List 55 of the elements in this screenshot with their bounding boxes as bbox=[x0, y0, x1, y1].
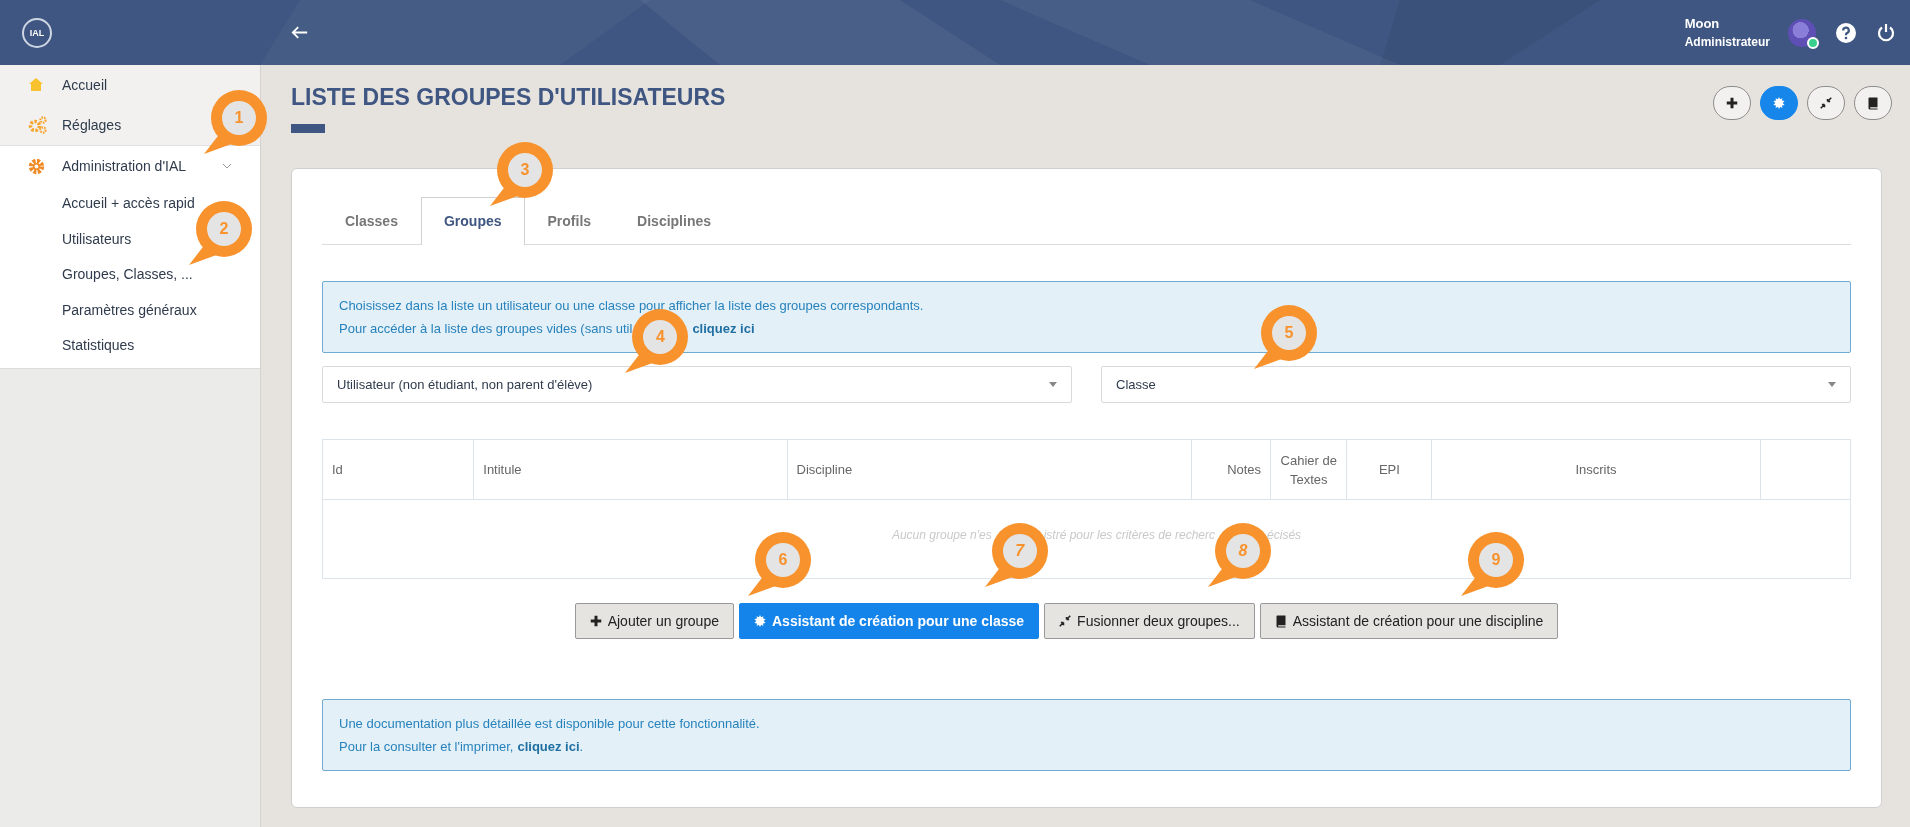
info-text: Pour la consulter et l'imprimer, bbox=[339, 738, 514, 756]
link[interactable]: cliquez ici bbox=[517, 735, 580, 758]
column-header[interactable]: Cahier de Textes bbox=[1270, 439, 1347, 500]
info-text: . bbox=[579, 738, 584, 756]
column-header[interactable]: Inscrits bbox=[1431, 439, 1761, 500]
action-button[interactable]: Fusionner deux groupes... bbox=[1044, 603, 1255, 639]
book-icon bbox=[1274, 614, 1287, 628]
sidebar-subitem[interactable]: Groupes, Classes, ... bbox=[0, 257, 199, 293]
action-button[interactable]: Assistant de création pour une discipline bbox=[1259, 603, 1559, 639]
sidebar-item[interactable]: Accueil bbox=[0, 65, 260, 105]
user-name: Moon bbox=[1684, 14, 1721, 33]
tab[interactable]: Classes bbox=[322, 197, 421, 245]
plus-icon bbox=[589, 615, 602, 627]
back-arrow-icon[interactable] bbox=[291, 25, 309, 40]
book-icon bbox=[1867, 96, 1879, 110]
plus-icon bbox=[1726, 97, 1738, 109]
dropdown-field[interactable]: Classe bbox=[1101, 366, 1851, 403]
compress-icon bbox=[1820, 97, 1832, 109]
info-text: Une documentation plus détaillée est disponible pour cette fonctionnalité. bbox=[339, 715, 761, 733]
tab[interactable]: Profils bbox=[524, 197, 615, 245]
column-header[interactable]: Id bbox=[322, 439, 474, 500]
sidebar-item[interactable]: Administration d'IAL bbox=[0, 146, 260, 186]
column-header[interactable]: EPI bbox=[1347, 439, 1432, 500]
column-header[interactable]: Intitule bbox=[473, 439, 787, 500]
info-text: Pour accéder à la liste des groupes vides (sans util bbox=[339, 320, 633, 338]
help-icon[interactable] bbox=[1836, 22, 1856, 43]
column-header[interactable]: Notes bbox=[1191, 439, 1271, 500]
dropdown-field[interactable]: Utilisateur (non étudiant, non parent d'élève) bbox=[322, 366, 1072, 403]
sunburst-icon bbox=[754, 615, 766, 627]
gear-icon bbox=[28, 157, 45, 175]
page-title: LISTE DES GROUPES D'UTILISATEURS bbox=[291, 83, 726, 111]
avatar[interactable] bbox=[1788, 18, 1816, 47]
caret-icon bbox=[1049, 382, 1057, 387]
user-role: Administrateur bbox=[1684, 33, 1770, 51]
gears-icon bbox=[28, 116, 48, 134]
action-button[interactable]: Assistant de création pour une classe bbox=[739, 603, 1040, 639]
caret-icon bbox=[1828, 382, 1836, 387]
sidebar-subitem[interactable]: Accueil + accès rapid bbox=[0, 186, 201, 222]
power-icon[interactable] bbox=[1876, 22, 1896, 43]
link[interactable]: cliquez ici bbox=[692, 317, 755, 340]
action-button[interactable]: Ajouter un groupe bbox=[574, 603, 734, 639]
logo[interactable]: IAL bbox=[22, 17, 52, 48]
info-text: Choisissez dans la liste un utilisateur ou une classe pour afficher la liste des groupes correspondants. bbox=[339, 297, 925, 315]
compress-icon bbox=[1059, 615, 1072, 627]
tab[interactable]: Disciplines bbox=[614, 197, 734, 245]
toolbar-button[interactable] bbox=[1854, 86, 1892, 120]
sunburst-icon bbox=[1773, 97, 1785, 109]
house-icon bbox=[28, 77, 44, 93]
toolbar-button[interactable] bbox=[1713, 86, 1751, 120]
column-header[interactable]: Discipline bbox=[787, 439, 1192, 500]
sidebar-subitem[interactable]: Statistiques bbox=[0, 328, 141, 364]
tab[interactable]: Groupes bbox=[420, 197, 525, 245]
sidebar-subitem[interactable]: Paramètres généraux bbox=[0, 292, 203, 328]
title-underline bbox=[291, 124, 325, 133]
sidebar-subitem[interactable]: Utilisateurs bbox=[0, 221, 138, 257]
